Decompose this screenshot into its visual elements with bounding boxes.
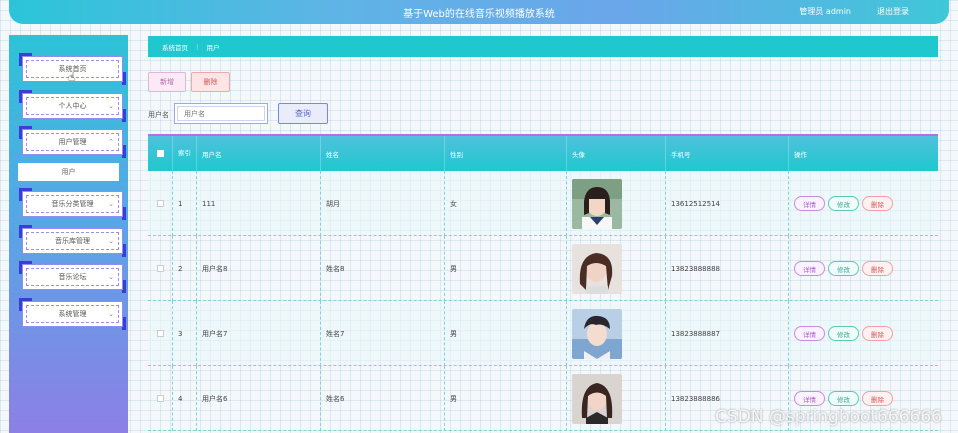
cell-phone: 13823888888 [666, 236, 789, 301]
edit-button[interactable]: 修改 [828, 326, 859, 341]
query-button[interactable]: 查询 [278, 103, 328, 124]
hand-cursor-icon: ☝ [68, 70, 76, 84]
sidebar-item-profile[interactable]: 个人中心 ⌄ [19, 90, 126, 122]
cell-username: 用户名8 [197, 236, 321, 301]
sidebar-item-label: 用户管理 [58, 138, 87, 146]
cell-name: 姓名6 [321, 366, 445, 431]
chevron-down-icon: ⌄ [108, 273, 114, 281]
logout-link[interactable]: 退出登录 [877, 6, 909, 17]
chevron-up-icon: ⌃ [108, 138, 114, 146]
user-label: 管理员 admin [799, 7, 851, 16]
add-button[interactable]: 新增 [148, 72, 186, 92]
watermark: CSDN @springboot666666 [715, 407, 942, 427]
header-phone: 手机号 [666, 136, 789, 171]
search-input[interactable] [177, 106, 265, 121]
sidebar-item-label: 音乐论坛 [58, 273, 87, 281]
header-gender: 性别 [445, 136, 567, 171]
edit-button[interactable]: 修改 [828, 261, 859, 276]
view-button[interactable]: 详情 [794, 326, 825, 341]
table-header: 索引 用户名 姓名 性别 头像 手机号 操作 [148, 136, 938, 171]
row-checkbox[interactable] [156, 200, 164, 207]
table-row: 1 111 胡月 女 13612512514 详情 修改 删除 [148, 171, 938, 236]
header-avatar: 头像 [567, 136, 666, 171]
cell-gender: 男 [445, 236, 567, 301]
sidebar-item-label: 系统管理 [58, 310, 87, 318]
delete-row-button[interactable]: 删除 [862, 391, 893, 406]
sidebar-item-users[interactable]: 用户管理 ⌃ [19, 126, 126, 158]
cell-index: 3 [173, 301, 197, 366]
chevron-down-icon: ⌄ [108, 102, 114, 110]
delete-button[interactable]: 删除 [191, 72, 230, 92]
view-button[interactable]: 详情 [794, 196, 825, 211]
cell-name: 胡月 [321, 171, 445, 236]
search-field-wrapper [174, 103, 268, 124]
breadcrumb-current: 用户 [206, 43, 220, 52]
sidebar-item-label: 音乐分类管理 [51, 200, 94, 208]
sidebar-subitem-user[interactable]: 用户 [18, 163, 119, 181]
cell-gender: 女 [445, 171, 567, 236]
cell-username: 111 [197, 171, 321, 236]
avatar [572, 243, 622, 294]
sidebar-item-forum[interactable]: 音乐论坛 ⌄ [19, 261, 126, 293]
breadcrumb: 系统首页 ⋮ 用户 [148, 36, 938, 57]
cell-username: 用户名7 [197, 301, 321, 366]
cell-index: 2 [173, 236, 197, 301]
cell-index: 4 [173, 366, 197, 431]
cell-gender: 男 [445, 366, 567, 431]
cell-gender: 男 [445, 301, 567, 366]
search-label: 用户名 [148, 111, 169, 119]
view-button[interactable]: 详情 [794, 261, 825, 276]
cell-name: 姓名8 [321, 236, 445, 301]
sidebar-item-music-category[interactable]: 音乐分类管理 ⌄ [19, 188, 126, 220]
avatar [572, 178, 622, 229]
cell-index: 1 [173, 171, 197, 236]
sidebar-item-music-library[interactable]: 音乐库管理 ⌄ [19, 225, 126, 257]
delete-row-button[interactable]: 删除 [862, 261, 893, 276]
table-row: 3 用户名7 姓名7 男 13823888887 详情 修改 删除 [148, 301, 938, 366]
delete-row-button[interactable]: 删除 [862, 326, 893, 341]
avatar [572, 373, 622, 424]
header-username: 用户名 [197, 136, 321, 171]
edit-button[interactable]: 修改 [828, 196, 859, 211]
view-button[interactable]: 详情 [794, 391, 825, 406]
sidebar-item-label: 音乐库管理 [55, 237, 90, 245]
row-checkbox[interactable] [156, 265, 164, 272]
table-row: 2 用户名8 姓名8 男 13823888888 详情 修改 删除 [148, 236, 938, 301]
chevron-down-icon: ⌄ [108, 310, 114, 318]
select-all-checkbox[interactable] [156, 150, 164, 157]
avatar [572, 308, 622, 359]
sidebar: 系统首页 个人中心 ⌄ 用户管理 ⌃ 用户 音乐分类管理 ⌄ 音乐库管理 ⌄ 音乐论坛 ⌄… [9, 35, 128, 433]
cell-phone: 13823888887 [666, 301, 789, 366]
sidebar-item-label: 个人中心 [58, 102, 87, 110]
chevron-down-icon: ⌄ [108, 237, 114, 245]
cell-phone: 13612512514 [666, 171, 789, 236]
header-name: 姓名 [321, 136, 445, 171]
breadcrumb-separator: ⋮ [194, 42, 201, 51]
row-checkbox[interactable] [156, 395, 164, 402]
cell-name: 姓名7 [321, 301, 445, 366]
sidebar-item-system[interactable]: 系统管理 ⌄ [19, 298, 126, 330]
header-actions: 操作 [794, 150, 807, 159]
cell-username: 用户名6 [197, 366, 321, 431]
top-header: 基于Web的在线音乐视频播放系统 管理员 admin 退出登录 [9, 0, 949, 24]
users-table: 索引 用户名 姓名 性别 头像 手机号 操作 1 111 胡月 女 136125… [148, 134, 938, 433]
edit-button[interactable]: 修改 [828, 391, 859, 406]
breadcrumb-home[interactable]: 系统首页 [162, 42, 188, 52]
chevron-down-icon: ⌄ [108, 200, 114, 208]
delete-row-button[interactable]: 删除 [862, 196, 893, 211]
row-checkbox[interactable] [156, 330, 164, 337]
header-index: 索引 [173, 136, 197, 171]
